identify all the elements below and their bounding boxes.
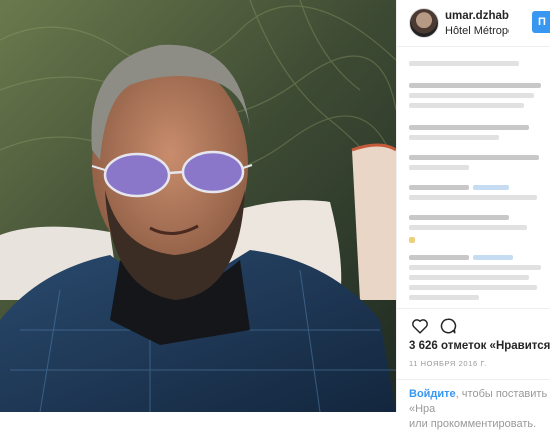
comment-mention (473, 185, 509, 190)
comment-placeholder (409, 61, 519, 66)
comment-line (409, 265, 541, 270)
comment-line (409, 295, 479, 300)
comments-list (397, 47, 550, 307)
comment-line (409, 135, 499, 140)
instagram-post: umar.dzhabrailov Hôtel Métropole ... П 3… (0, 0, 550, 430)
login-text: Войдите, чтобы поставить «Нра или прокомм… (409, 387, 550, 432)
comment-icon[interactable] (439, 317, 457, 335)
comment-line (409, 215, 509, 220)
emoji-icon (409, 237, 415, 243)
comment-mention (473, 255, 513, 260)
post-photo[interactable] (0, 0, 396, 412)
post-sidebar: umar.dzhabrailov Hôtel Métropole ... П 3… (396, 0, 550, 430)
comment-line (409, 285, 537, 290)
comment-line (409, 165, 469, 170)
comment-line (409, 185, 469, 190)
selfie-image (0, 0, 396, 412)
comment-line (409, 225, 527, 230)
login-link[interactable]: Войдите (409, 388, 456, 400)
likes-count[interactable]: 3 626 отметок «Нравится» (409, 340, 550, 352)
comment-line (409, 93, 534, 98)
login-prompt: Войдите, чтобы поставить «Нра или прокомм… (397, 379, 550, 430)
comment-line (409, 275, 529, 280)
post-header: umar.dzhabrailov Hôtel Métropole ... П (397, 0, 550, 47)
comment-line (409, 103, 524, 108)
follow-button[interactable]: П (532, 11, 550, 33)
comment-line (409, 255, 469, 260)
comment-line (409, 195, 537, 200)
comment-line (409, 155, 539, 160)
comment-line (409, 83, 541, 88)
post-date: 11 ноября 2016 г. (409, 359, 487, 368)
avatar[interactable] (409, 8, 439, 38)
comment-line (409, 125, 529, 130)
heart-icon[interactable] (411, 318, 429, 334)
login-text-part2: или прокомментировать. (409, 418, 537, 430)
post-actions: 3 626 отметок «Нравится» 11 ноября 2016 … (397, 308, 550, 430)
